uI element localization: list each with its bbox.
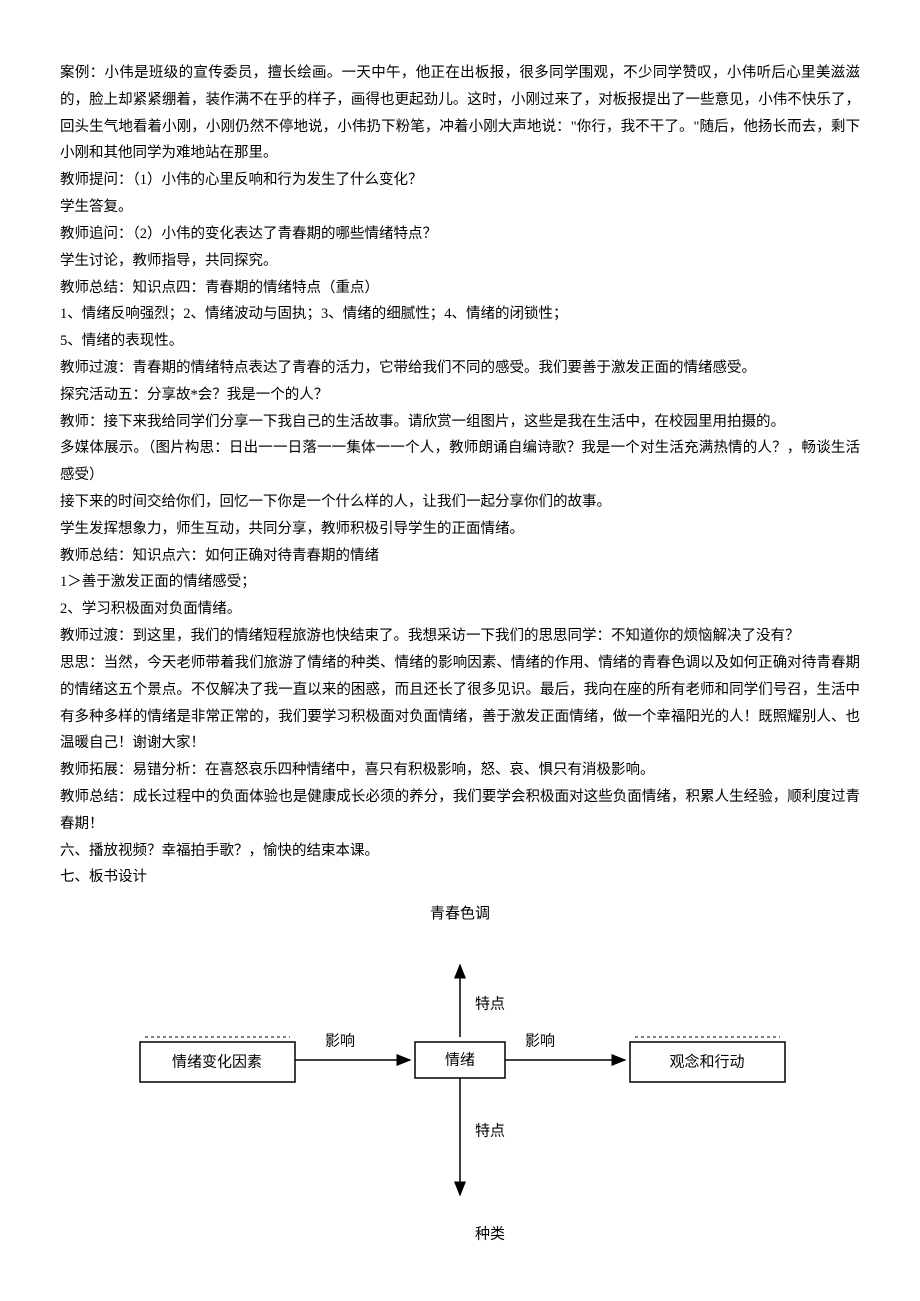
paragraph: 七、板书设计 [60,864,860,891]
arrow-top-label: 特点 [475,995,505,1012]
paragraph: 六、播放视频？幸福拍手歌？，愉快的结束本课。 [60,838,860,865]
paragraph: 学生发挥想象力，师生互动，共同分享，教师积极引导学生的正面情绪。 [60,516,860,543]
paragraph: 1、情绪反响强烈；2、情绪波动与固执；3、情绪的细腻性；4、情绪的闭锁性； [60,301,860,328]
arrow-right-label: 影响 [525,1032,555,1049]
board-diagram: 青春色调 情绪 情绪变化因素 观念和行动 影响 影响 特点 特点 [60,901,860,1257]
paragraph: 思思：当然，今天老师带着我们旅游了情绪的种类、情绪的影响因素、情绪的作用、情绪的… [60,650,860,757]
document-body: 案例：小伟是班级的宣传委员，擅长绘画。一天中午，他正在出板报，很多同学围观，不少… [60,60,860,891]
diagram-bottom-word: 种类 [475,1225,505,1242]
paragraph: 探究活动五：分享故*会？我是一个的人？ [60,382,860,409]
paragraph: 教师提问：（1）小伟的心里反响和行为发生了什么变化？ [60,167,860,194]
paragraph: 教师追问：（2）小伟的变化表达了青春期的哪些情绪特点？ [60,221,860,248]
paragraph: 案例：小伟是班级的宣传委员，擅长绘画。一天中午，他正在出板报，很多同学围观，不少… [60,60,860,167]
paragraph: 1＞善于激发正面的情绪感受； [60,569,860,596]
arrow-left-label: 影响 [325,1032,355,1049]
paragraph: 学生讨论，教师指导，共同探究。 [60,248,860,275]
paragraph: 教师总结：成长过程中的负面体验也是健康成长必须的养分，我们要学会积极面对这些负面… [60,784,860,838]
diagram-left-text: 情绪变化因素 [172,1053,262,1070]
diagram-center-text: 情绪 [445,1051,475,1068]
arrow-bottom-label: 特点 [475,1122,505,1139]
paragraph: 教师过渡：到这里，我们的情绪短程旅游也快结束了。我想采访一下我们的思思同学：不知… [60,623,860,650]
paragraph: 接下来的时间交给你们，回忆一下你是一个什么样的人，让我们一起分享你们的故事。 [60,489,860,516]
diagram-svg: 情绪 情绪变化因素 观念和行动 影响 影响 特点 特点 种类 [110,947,810,1257]
paragraph: 5、情绪的表现性。 [60,328,860,355]
diagram-right-text: 观念和行动 [669,1052,744,1070]
paragraph: 教师拓展：易错分析：在喜怒哀乐四种情绪中，喜只有积极影响，怒、哀、惧只有消极影响… [60,757,860,784]
paragraph: 教师过渡：青春期的情绪特点表达了青春的活力，它带给我们不同的感受。我们要善于激发… [60,355,860,382]
paragraph: 2、学习积极面对负面情绪。 [60,596,860,623]
diagram-title: 青春色调 [430,901,490,929]
paragraph: 多媒体展示。（图片构思：日出一一日落一一集体一一个人，教师朗诵自编诗歌？我是一个… [60,435,860,489]
paragraph: 教师：接下来我给同学们分享一下我自己的生活故事。请欣赏一组图片，这些是我在生活中… [60,409,860,436]
paragraph: 教师总结：知识点四：青春期的情绪特点（重点） [60,275,860,302]
paragraph: 学生答复。 [60,194,860,221]
paragraph: 教师总结：知识点六：如何正确对待青春期的情绪 [60,543,860,570]
